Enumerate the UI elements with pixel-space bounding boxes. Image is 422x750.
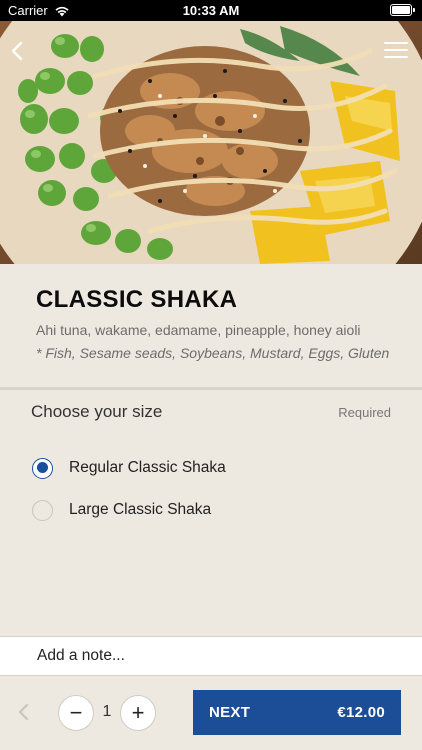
poke-bowl-photo (0, 21, 422, 264)
price-label: €12.00 (337, 704, 385, 721)
note-bar (0, 636, 422, 676)
minus-icon: − (69, 700, 83, 725)
plus-icon: + (131, 700, 145, 725)
back-icon[interactable] (8, 40, 28, 62)
required-label: Required (338, 405, 391, 420)
quantity-decrease-button[interactable]: − (58, 695, 94, 731)
quantity-value: 1 (102, 703, 112, 720)
item-allergens: * Fish, Sesame seads, Soybeans, Mustard,… (36, 345, 390, 361)
next-button[interactable]: NEXT €12.00 (193, 690, 401, 735)
status-bar: Carrier 10:33 AM (0, 0, 422, 21)
size-option-regular[interactable]: Regular Classic Shaka (32, 456, 226, 480)
section-divider (0, 387, 422, 390)
previous-icon[interactable] (14, 701, 34, 723)
quantity-increase-button[interactable]: + (120, 695, 156, 731)
size-option-label: Large Classic Shaka (69, 501, 212, 518)
status-time: 10:33 AM (182, 3, 240, 18)
size-section-title: Choose your size (31, 402, 163, 421)
note-input[interactable] (37, 647, 377, 665)
hamburger-menu-icon[interactable] (384, 42, 408, 60)
battery-icon (390, 4, 415, 16)
next-label: NEXT (209, 704, 251, 721)
item-title: CLASSIC SHAKA (36, 286, 238, 313)
size-option-large[interactable]: Large Classic Shaka (32, 498, 211, 522)
radio-selected-icon[interactable] (32, 457, 53, 479)
item-info: CLASSIC SHAKA Ahi tuna, wakame, edamame,… (0, 264, 422, 388)
radio-unselected-icon[interactable] (32, 499, 53, 521)
hero-image (0, 21, 422, 264)
item-description: Ahi tuna, wakame, edamame, pineapple, ho… (36, 322, 361, 338)
size-option-label: Regular Classic Shaka (69, 459, 226, 476)
